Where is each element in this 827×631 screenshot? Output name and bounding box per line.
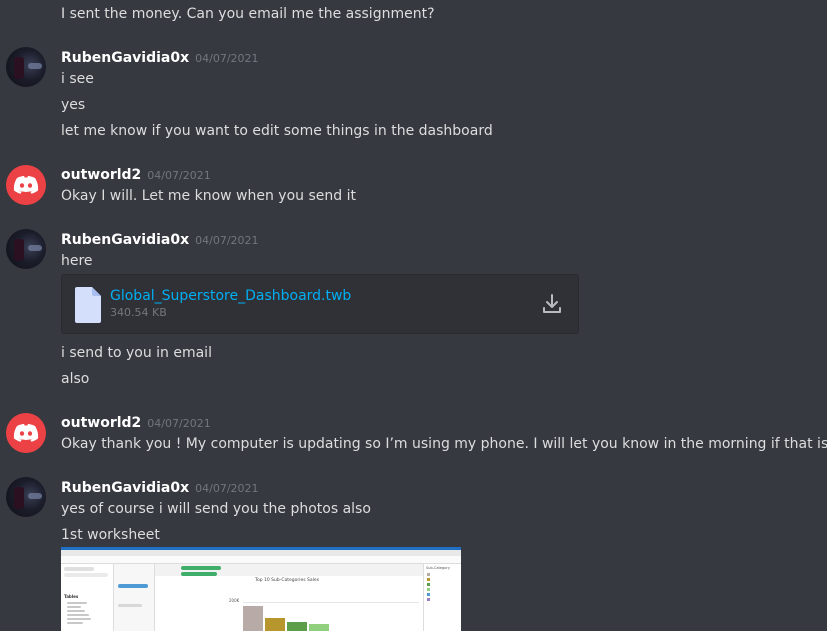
message-text: Okay I will. Let me know when you send i…: [61, 188, 356, 204]
attachment-size: 340.54 KB: [110, 306, 167, 319]
message-text: i see: [61, 71, 94, 87]
image-bar: [287, 622, 307, 631]
image-chart-title: Top 10 Sub-Categories Sales: [255, 578, 320, 583]
avatar[interactable]: [6, 477, 46, 517]
image-chart-canvas: Top 10 Sub-Categories Sales 200K: [155, 576, 423, 631]
message-text: let me know if you want to edit some thi…: [61, 123, 493, 139]
message-text: here: [61, 253, 93, 269]
image-attachment[interactable]: Tables Top 10 Sub-Categories Sales 200K: [61, 547, 461, 631]
avatar[interactable]: [6, 47, 46, 87]
username[interactable]: outworld2: [61, 415, 141, 431]
discord-logo-icon: [13, 424, 39, 442]
avatar[interactable]: [6, 229, 46, 269]
image-bar: [309, 624, 329, 631]
username[interactable]: outworld2: [61, 167, 141, 183]
image-bar: [243, 606, 263, 631]
attachment-filename-link[interactable]: Global_Superstore_Dashboard.twb: [110, 287, 351, 305]
timestamp: 04/07/2021: [147, 169, 211, 182]
message-header: outworld2 04/07/2021: [61, 165, 211, 186]
message-header: outworld2 04/07/2021: [61, 413, 211, 434]
message-text: also: [61, 371, 90, 387]
chat-messages: I sent the money. Can you email me the a…: [0, 0, 827, 631]
message-text: i send to you in email: [61, 345, 212, 361]
username[interactable]: RubenGavidia0x: [61, 480, 189, 496]
image-columns-pill: [181, 566, 221, 570]
message-text: yes: [61, 97, 86, 113]
avatar[interactable]: [6, 413, 46, 453]
message-text: Okay thank you ! My computer is updating…: [61, 436, 827, 452]
avatar[interactable]: [6, 165, 46, 205]
timestamp: 04/07/2021: [195, 234, 259, 247]
image-bar: [265, 618, 285, 631]
file-attachment: Global_Superstore_Dashboard.twb 340.54 K…: [61, 274, 579, 334]
message-header: RubenGavidia0x 04/07/2021: [61, 230, 259, 251]
file-icon: [75, 287, 101, 323]
username[interactable]: RubenGavidia0x: [61, 232, 189, 248]
timestamp: 04/07/2021: [147, 417, 211, 430]
message-text: yes of course i will send you the photos…: [61, 501, 371, 517]
image-toolbar: [61, 556, 461, 564]
timestamp: 04/07/2021: [195, 52, 259, 65]
image-legend-pane: Sub-Category: [423, 564, 461, 631]
image-filters-pane: [114, 564, 155, 631]
timestamp: 04/07/2021: [195, 482, 259, 495]
message-text: I sent the money. Can you email me the a…: [61, 6, 435, 22]
username[interactable]: RubenGavidia0x: [61, 50, 189, 66]
discord-logo-icon: [13, 176, 39, 194]
image-y-tick: 200K: [229, 598, 240, 603]
message-header: RubenGavidia0x 04/07/2021: [61, 48, 259, 69]
image-left-pane: Tables: [61, 564, 114, 631]
message-text: 1st worksheet: [61, 527, 160, 543]
image-legend-header: Sub-Category: [426, 566, 450, 570]
download-icon[interactable]: [542, 293, 562, 315]
message-header: RubenGavidia0x 04/07/2021: [61, 478, 259, 499]
image-tables-header: Tables: [64, 594, 79, 599]
